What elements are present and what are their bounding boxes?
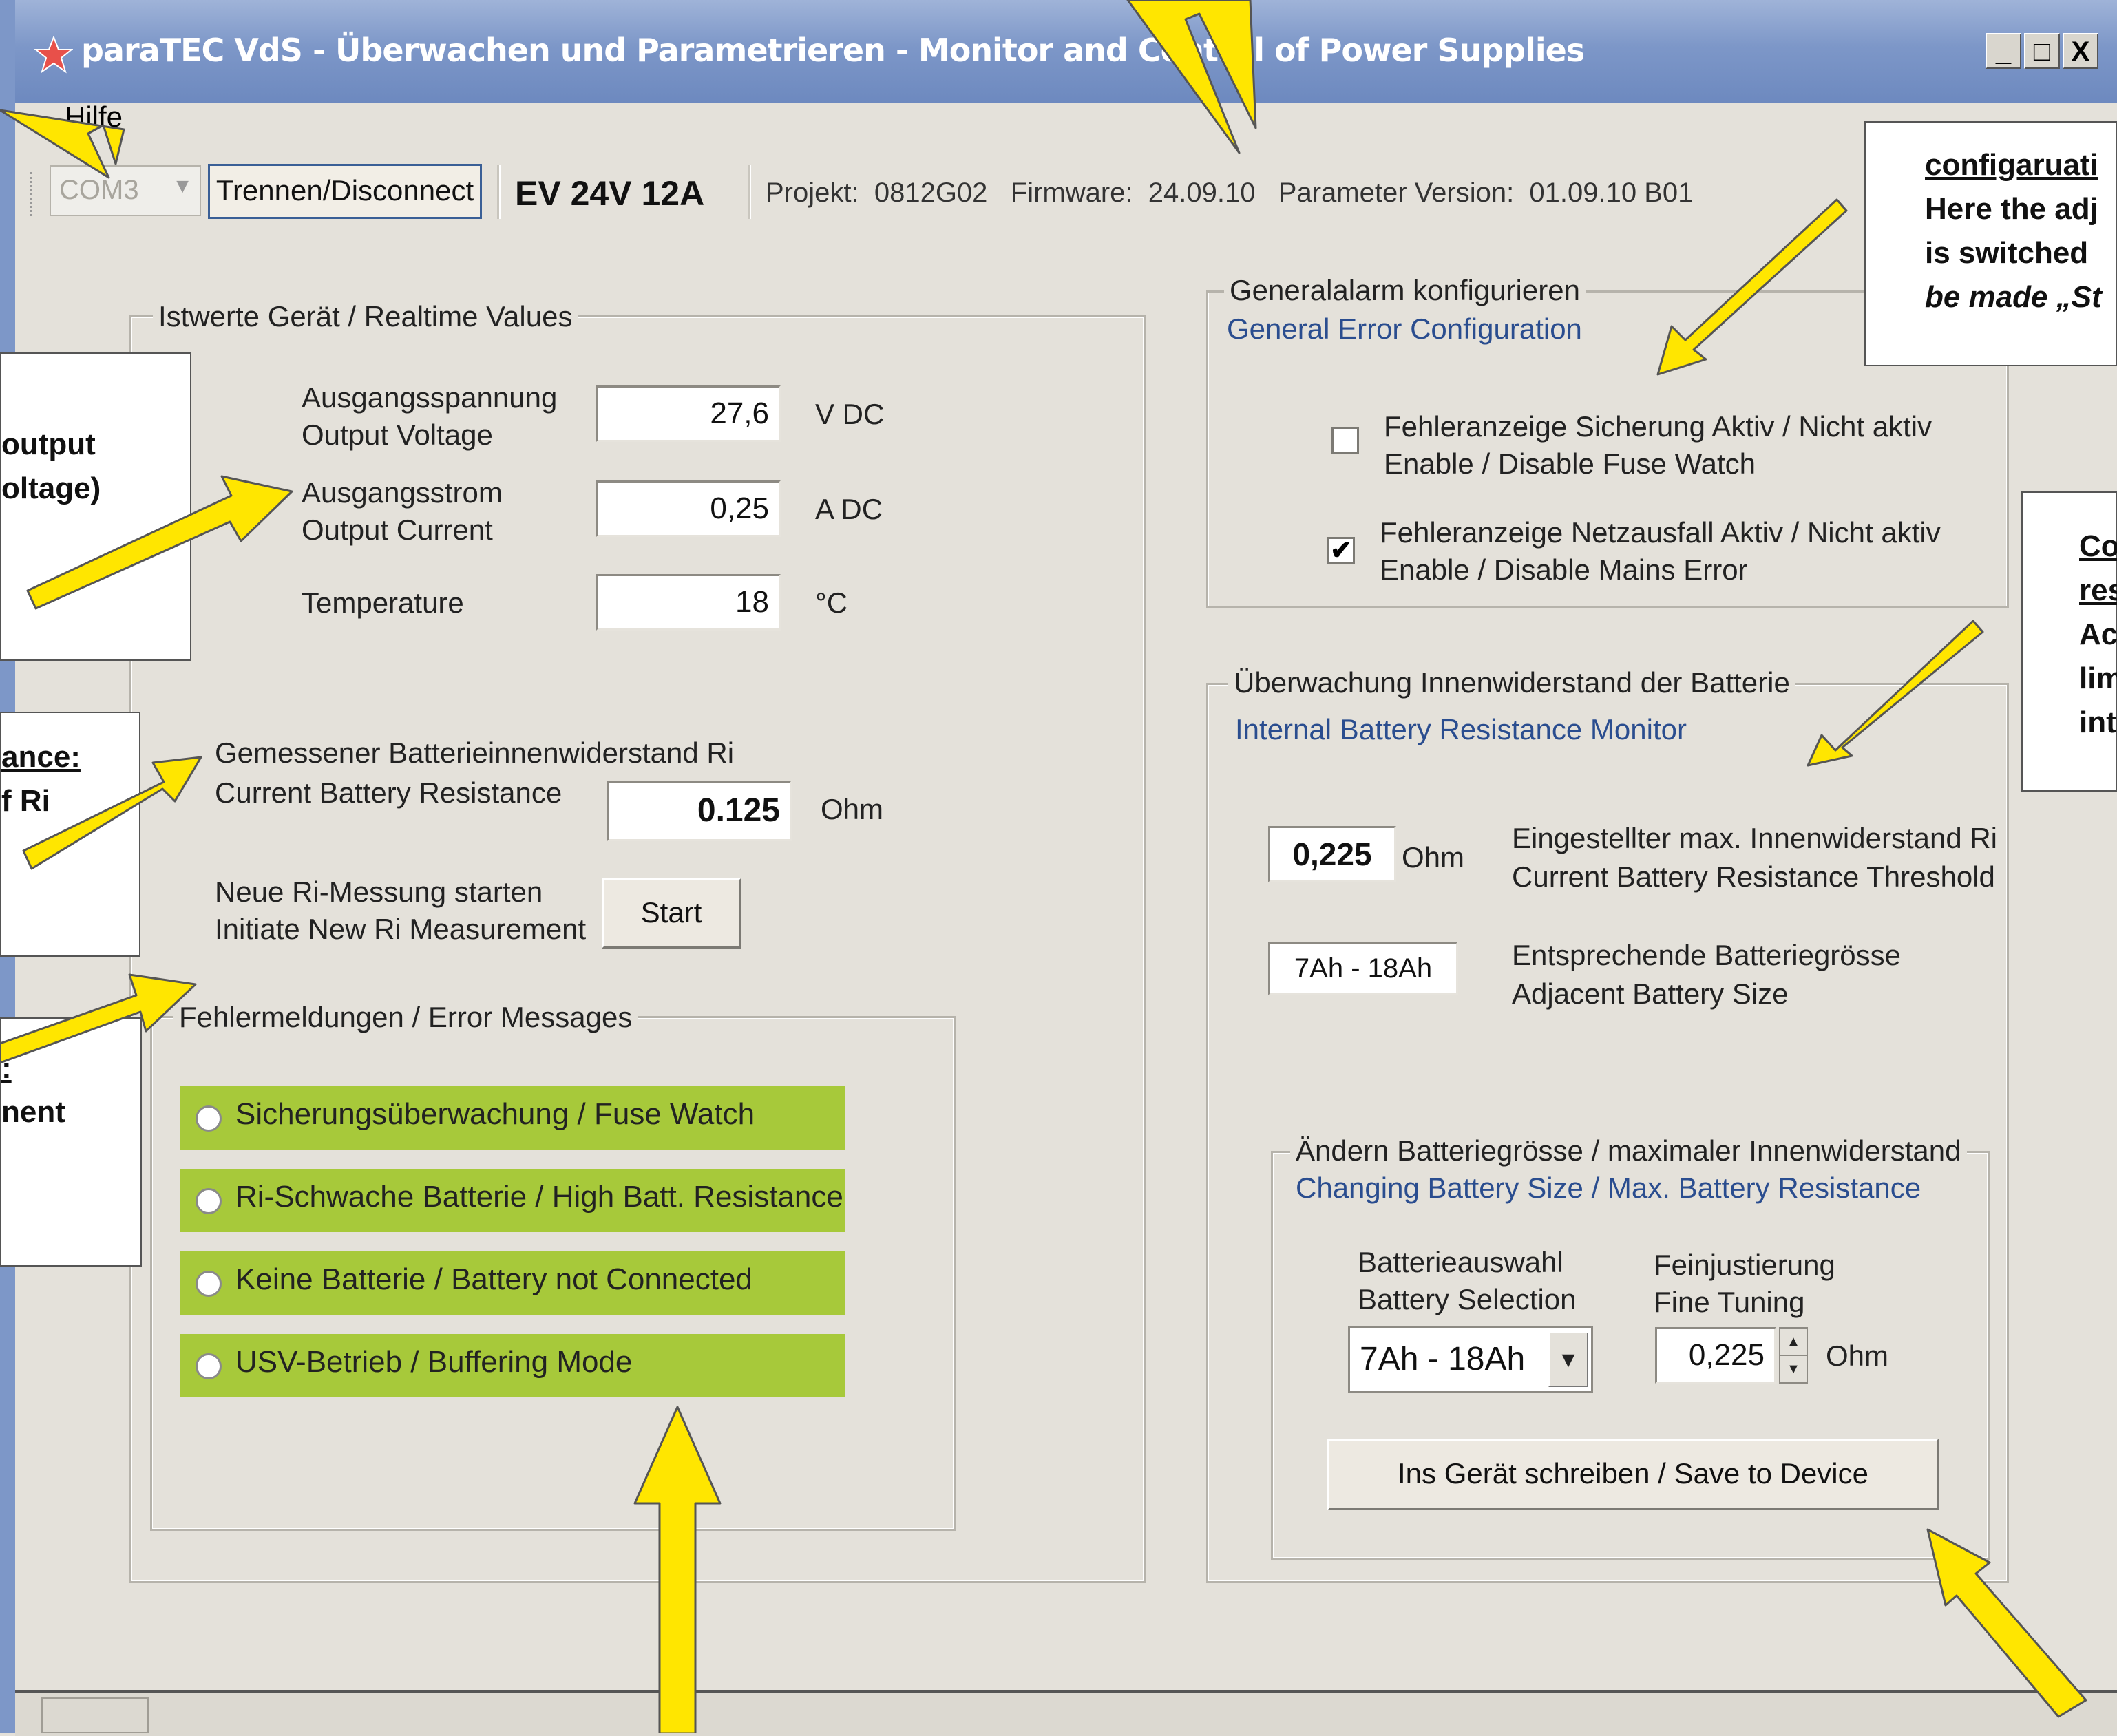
annotation-arrow <box>26 475 293 610</box>
annotation-arrow <box>0 973 197 1064</box>
annotation-arrow <box>0 109 125 179</box>
annotation-arrow <box>1926 1528 2087 1718</box>
annotation-arrow <box>1656 198 1848 376</box>
annotation-arrow <box>22 756 202 870</box>
annotation-arrow <box>1126 0 1257 154</box>
annotation-arrows <box>0 0 2087 1733</box>
annotation-arrow <box>633 1406 722 1733</box>
annotation-arrow <box>1807 620 1984 767</box>
